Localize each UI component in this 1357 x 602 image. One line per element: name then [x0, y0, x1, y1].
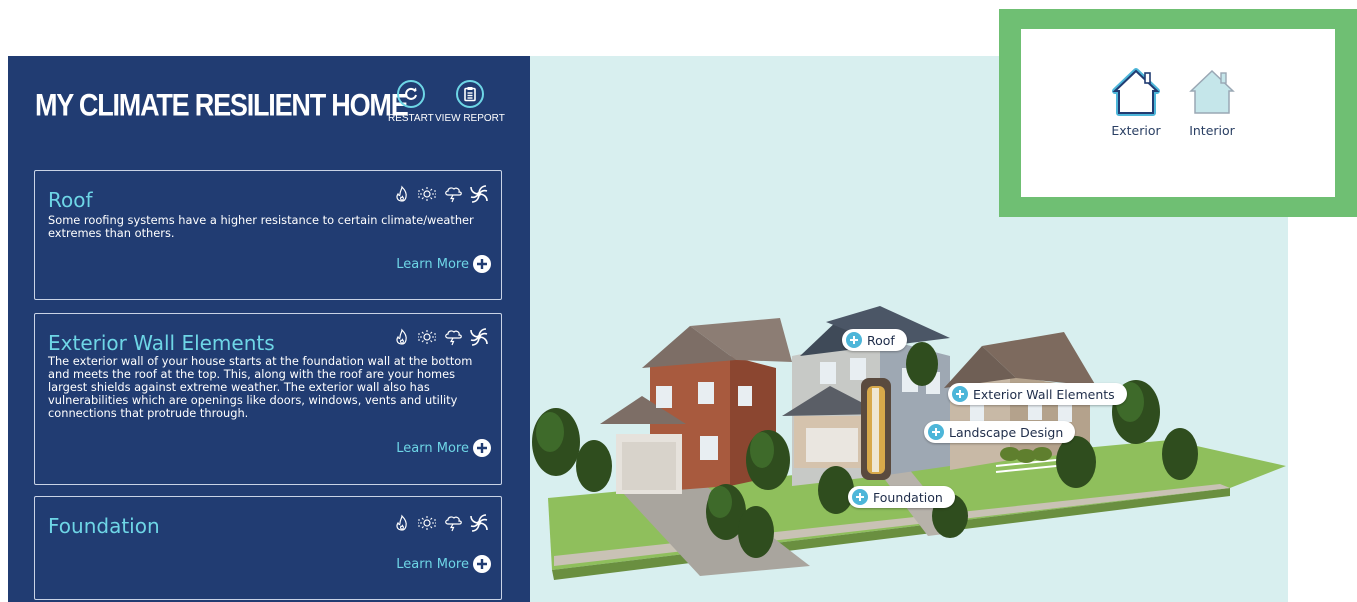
exterior-wall-card: Exterior Wall Elements The exterior wall…: [34, 313, 502, 485]
house-exterior-icon: [1109, 65, 1163, 121]
hazard-icons: [393, 327, 489, 347]
hotspot-label: Landscape Design: [949, 424, 1064, 440]
exterior-wall-hotspot[interactable]: Exterior Wall Elements: [948, 383, 1127, 405]
card-description: Some roofing systems have a higher resis…: [48, 213, 474, 240]
report-icon: [455, 80, 484, 108]
wildfire-icon: [393, 514, 411, 532]
roof-hotspot[interactable]: Roof: [842, 329, 907, 351]
hurricane-icon: [469, 513, 489, 533]
view-toggle-highlight: Exterior Interior: [999, 9, 1357, 217]
restart-icon: [396, 80, 425, 108]
interior-label: Interior: [1189, 123, 1235, 138]
view-toggle: Exterior Interior: [1021, 29, 1335, 197]
card-title: Roof: [48, 188, 93, 212]
wildfire-icon: [393, 185, 411, 203]
storm-icon: [443, 328, 463, 346]
exterior-label: Exterior: [1111, 123, 1161, 138]
storm-icon: [443, 514, 463, 532]
roof-learn-more-button[interactable]: Learn More: [396, 255, 491, 273]
plus-icon: [473, 255, 491, 273]
plus-icon: [473, 439, 491, 457]
plus-icon: [852, 489, 868, 505]
card-title: Foundation: [48, 514, 160, 538]
restart-label: RESTART: [388, 113, 434, 124]
info-sidebar: MY CLIMATE RESILIENT HOME RESTART VIEW R…: [8, 56, 530, 602]
heat-icon: [417, 185, 437, 203]
wildfire-icon: [393, 328, 411, 346]
plus-icon: [928, 424, 944, 440]
learn-more-label: Learn More: [396, 256, 469, 272]
hurricane-icon: [469, 327, 489, 347]
hotspot-label: Foundation: [873, 489, 943, 505]
interior-view-button[interactable]: Interior: [1185, 65, 1239, 138]
landscape-design-hotspot[interactable]: Landscape Design: [924, 421, 1076, 443]
foundation-card: Foundation Learn More: [34, 496, 502, 600]
view-report-button[interactable]: VIEW REPORT: [435, 80, 505, 124]
restart-button[interactable]: RESTART: [388, 80, 434, 124]
card-description: The exterior wall of your house starts a…: [48, 354, 473, 420]
heat-icon: [417, 328, 437, 346]
exterior-view-button[interactable]: Exterior: [1109, 65, 1163, 138]
app-title: MY CLIMATE RESILIENT HOME: [35, 88, 409, 123]
hazard-icons: [393, 184, 489, 204]
roof-card: Roof Some roofing systems have a higher …: [34, 170, 502, 300]
exterior-wall-learn-more-button[interactable]: Learn More: [396, 439, 491, 457]
foundation-learn-more-button[interactable]: Learn More: [396, 555, 491, 573]
card-title: Exterior Wall Elements: [48, 331, 275, 355]
plus-icon: [952, 386, 968, 402]
plus-icon: [473, 555, 491, 573]
hotspot-label: Roof: [867, 332, 895, 348]
hurricane-icon: [469, 184, 489, 204]
learn-more-label: Learn More: [396, 440, 469, 456]
storm-icon: [443, 185, 463, 203]
house-interior-icon: [1185, 65, 1239, 121]
foundation-hotspot[interactable]: Foundation: [848, 486, 955, 508]
learn-more-label: Learn More: [396, 556, 469, 572]
view-report-label: VIEW REPORT: [435, 113, 505, 124]
hazard-icons: [393, 513, 489, 533]
plus-icon: [846, 332, 862, 348]
hotspot-label: Exterior Wall Elements: [973, 386, 1115, 402]
heat-icon: [417, 514, 437, 532]
